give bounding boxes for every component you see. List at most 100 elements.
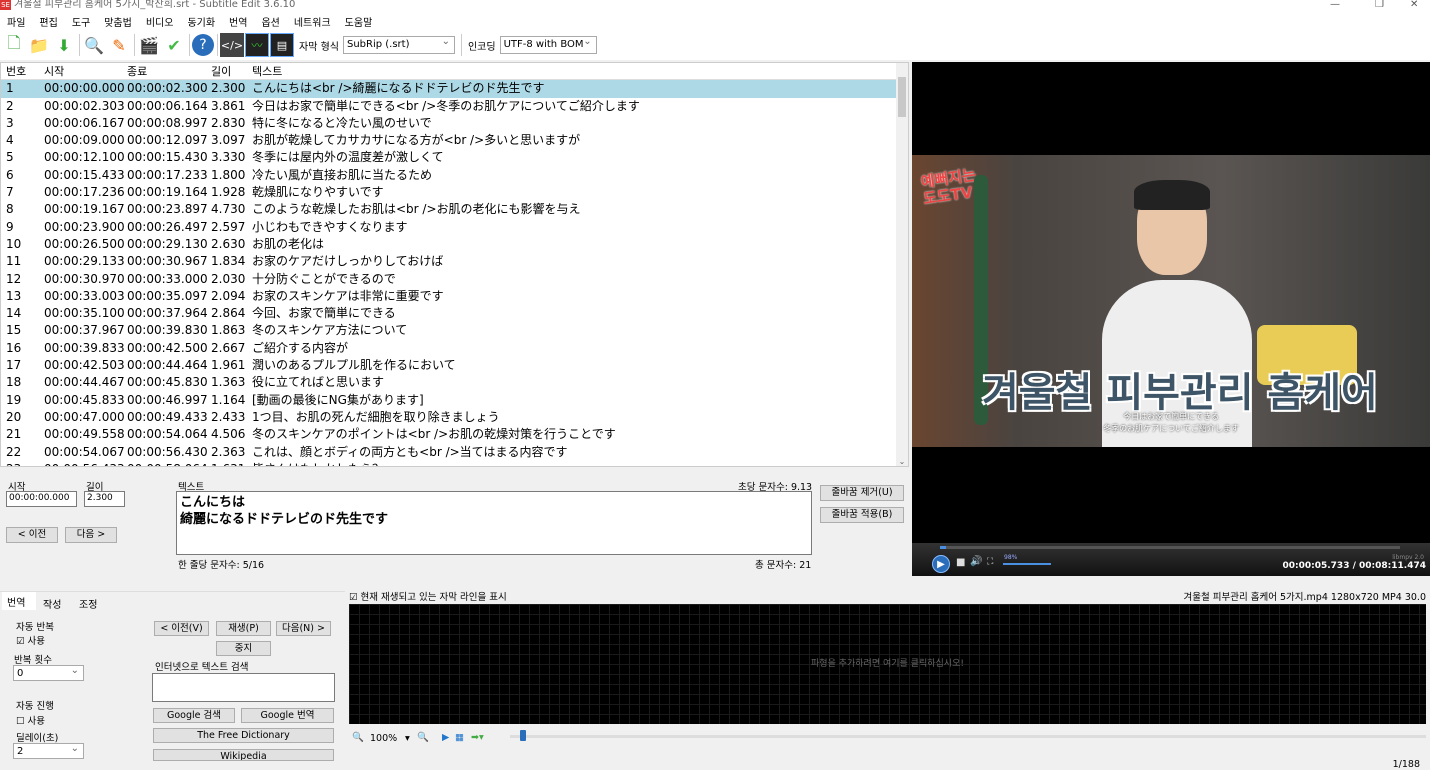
google-translate-button[interactable]: Google 번역 <box>241 708 334 723</box>
table-row[interactable]: 2300:00:56.43300:00:58.0641.631皆さんはもしかした… <box>1 461 908 466</box>
menu-translate[interactable]: 번역 <box>222 12 254 30</box>
table-row[interactable]: 7 00:00:17.236 00:00:19.164 1.928 乾燥肌になりやすいで… <box>1 184 908 201</box>
menu-sync[interactable]: 동기화 <box>180 12 222 30</box>
table-row[interactable]: 22 00:00:54.067 00:00:56.430 2.363 これは、顔とボディ… <box>1 444 908 461</box>
new-file-icon[interactable]: 🗋 <box>2 33 26 57</box>
forward-icon[interactable]: ➡▾ <box>471 732 484 743</box>
video-player[interactable]: 예뻐지는 도도TV 겨울철 피부관리 홈케어 今日はお家で簡単にできる 冬季のお… <box>912 62 1430 576</box>
minimize-button[interactable]: — <box>1330 0 1340 10</box>
spellcheck-icon[interactable]: ✔ <box>162 33 186 57</box>
table-row[interactable]: 20 00:00:47.000 00:00:49.433 2.433 1つ目、お肌の死ん… <box>1 409 908 426</box>
seek-bar[interactable] <box>940 546 1400 549</box>
list-scrollbar[interactable]: ⌄ <box>896 63 908 466</box>
table-row[interactable]: 11 00:00:29.133 00:00:30.967 1.834 お家のケアだけしっ… <box>1 253 908 270</box>
menu-network[interactable]: 네트워크 <box>287 12 338 30</box>
volume-icon[interactable]: 🔊 <box>970 556 982 567</box>
col-end[interactable]: 종료 <box>124 63 208 79</box>
next-line-button[interactable]: 다음(N) > <box>276 621 331 636</box>
close-button[interactable]: ✕ <box>1410 0 1418 10</box>
menu-edit[interactable]: 편집 <box>32 12 64 30</box>
table-row[interactable]: 12 00:00:30.970 00:00:33.000 2.030 十分防ぐことができ… <box>1 271 908 288</box>
fullscreen-icon[interactable]: ⛶ <box>987 557 993 567</box>
source-view-icon[interactable]: </> <box>220 33 244 57</box>
table-row[interactable]: 9 00:00:23.900 00:00:26.497 2.597 小じわもできやすくな… <box>1 219 908 236</box>
video-toggle-icon[interactable]: ▤ <box>270 33 294 57</box>
table-row[interactable]: 3 00:00:06.167 00:00:08.997 2.830 特に冬になると冷たい… <box>1 115 908 132</box>
menu-video[interactable]: 비디오 <box>139 12 181 30</box>
save-icon[interactable]: ⬇ <box>52 33 76 57</box>
repeat-count-select[interactable]: 0 <box>13 665 84 681</box>
col-start[interactable]: 시작 <box>41 63 124 79</box>
tab-create[interactable]: 작성 <box>38 594 66 613</box>
col-duration[interactable]: 길이 <box>208 63 249 79</box>
zoom-in-icon[interactable]: 🔍 <box>417 732 429 743</box>
menu-help[interactable]: 도움말 <box>338 12 380 30</box>
waveform-toggle-icon[interactable]: 〰 <box>245 33 269 57</box>
encoding-select[interactable]: UTF-8 with BOM <box>499 36 597 54</box>
menu-tools[interactable]: 도구 <box>65 12 97 30</box>
delay-select[interactable]: 2 <box>13 743 84 759</box>
menu-options[interactable]: 옵션 <box>254 12 286 30</box>
zoom-out-icon[interactable]: 🔍 <box>352 732 364 743</box>
table-row[interactable]: 1 00:00:00.000 00:00:02.300 2.300 こんにちは<br /… <box>1 80 908 98</box>
table-row[interactable]: 16 00:00:39.833 00:00:42.500 2.667 ご紹介する内容が <box>1 340 908 357</box>
help-icon[interactable]: ? <box>192 34 214 56</box>
table-row[interactable]: 18 00:00:44.467 00:00:45.830 1.363 役に立てればと思い… <box>1 374 908 391</box>
remove-line-breaks-button[interactable]: 줄바꿈 제거(U) <box>820 485 904 501</box>
waveform-position-slider[interactable] <box>510 730 1426 741</box>
waveform-area[interactable]: 파형을 추가하려면 여기를 클릭하십시오! <box>349 604 1426 724</box>
replace-icon[interactable]: ✎ <box>107 33 131 57</box>
free-dictionary-button[interactable]: The Free Dictionary <box>153 728 334 743</box>
table-row[interactable]: 15 00:00:37.967 00:00:39.830 1.863 冬のスキンケア方法… <box>1 322 908 339</box>
table-row[interactable]: 8 00:00:19.167 00:00:23.897 4.730 このような乾燥したお… <box>1 201 908 218</box>
next-button[interactable]: 다음 > <box>65 527 117 543</box>
wikipedia-button[interactable]: Wikipedia <box>153 749 334 761</box>
table-row[interactable]: 21 00:00:49.558 00:00:54.064 4.506 冬のスキンケアのポ… <box>1 426 908 443</box>
auto-continue-checkbox[interactable]: ☐ 사용 <box>16 713 45 727</box>
table-row[interactable]: 13 00:00:33.003 00:00:35.097 2.094 お家のスキンケアは… <box>1 288 908 305</box>
table-row[interactable]: 4 00:00:09.000 00:00:12.097 3.097 お肌が乾燥してカサカ… <box>1 132 908 149</box>
show-current-line-checkbox[interactable]: ☑ 현재 재생되고 있는 자막 라인을 표시 <box>349 589 507 603</box>
table-row[interactable]: 17 00:00:42.503 00:00:44.464 1.961 潤いのあるプルプル… <box>1 357 908 374</box>
volume-slider[interactable] <box>1003 563 1051 565</box>
table-row[interactable]: 19 00:00:45.833 00:00:46.997 1.164 [動画の最後にNG… <box>1 392 908 409</box>
prev-button[interactable]: < 이전 <box>6 527 58 543</box>
table-row[interactable]: 6 00:00:15.433 00:00:17.233 1.800 冷たい風が直接お肌に… <box>1 167 908 184</box>
play-selection-icon[interactable]: ▶ <box>442 732 449 743</box>
table-row[interactable]: 5 00:00:12.100 00:00:15.430 3.330 冬季には屋内外の温度… <box>1 149 908 166</box>
play-line-button[interactable]: 재생(P) <box>216 621 271 636</box>
google-search-button[interactable]: Google 검색 <box>153 708 235 723</box>
start-time-input[interactable]: 00:00:00.000 <box>6 491 77 507</box>
col-text[interactable]: 텍스트 <box>249 63 908 79</box>
auto-repeat-checkbox[interactable]: ☑ 사용 <box>16 633 45 647</box>
waveform-grid-icon[interactable]: ▦ <box>455 732 464 743</box>
table-row[interactable]: 10 00:00:26.500 00:00:29.130 2.630 お肌の老化は <box>1 236 908 253</box>
search-text-input[interactable] <box>152 673 335 702</box>
maximize-button[interactable]: ❐ <box>1375 0 1384 10</box>
tab-adjust[interactable]: 조정 <box>74 594 102 613</box>
play-button[interactable]: ▶ <box>932 555 950 573</box>
subtitle-text-editor[interactable]: こんにちは 綺麗になるドドテレビのド先生です <box>176 491 812 555</box>
cell-number: 23 <box>1 461 41 466</box>
cell-start: 00:00:15.433 <box>44 167 125 182</box>
open-folder-icon[interactable]: 📁 <box>27 33 51 57</box>
format-select[interactable]: SubRip (.srt) <box>342 36 455 54</box>
cell-start: 00:00:30.970 <box>44 271 125 286</box>
duration-input[interactable]: 2.300 <box>84 491 125 507</box>
stop-button[interactable]: 중지 <box>216 641 271 656</box>
table-row[interactable]: 14 00:00:35.100 00:00:37.964 2.864 今回、お家で簡単に… <box>1 305 908 322</box>
apply-line-breaks-button[interactable]: 줄바꿈 적용(B) <box>820 507 904 523</box>
stop-button[interactable]: ■ <box>956 557 965 568</box>
zoom-dropdown-icon[interactable]: ▾ <box>405 733 410 744</box>
subtitle-list[interactable]: 번호 시작 종료 길이 텍스트 1 00:00:00.000 00:00:02.300 2.3… <box>0 62 909 467</box>
visual-sync-icon[interactable]: 🎬 <box>137 33 161 57</box>
find-icon[interactable]: 🔍 <box>82 33 106 57</box>
prev-line-button[interactable]: < 이전(V) <box>154 621 209 636</box>
menu-spellcheck[interactable]: 맞춤법 <box>97 12 139 30</box>
menu-file[interactable]: 파일 <box>0 12 32 30</box>
col-number[interactable]: 번호 <box>1 63 41 79</box>
cell-number: 15 <box>6 323 22 338</box>
zoom-level[interactable]: 100% <box>370 733 397 744</box>
tab-translate[interactable]: 번역 <box>2 592 36 610</box>
table-row[interactable]: 2 00:00:02.303 00:00:06.164 3.861 今日はお家で簡単にで… <box>1 98 908 115</box>
